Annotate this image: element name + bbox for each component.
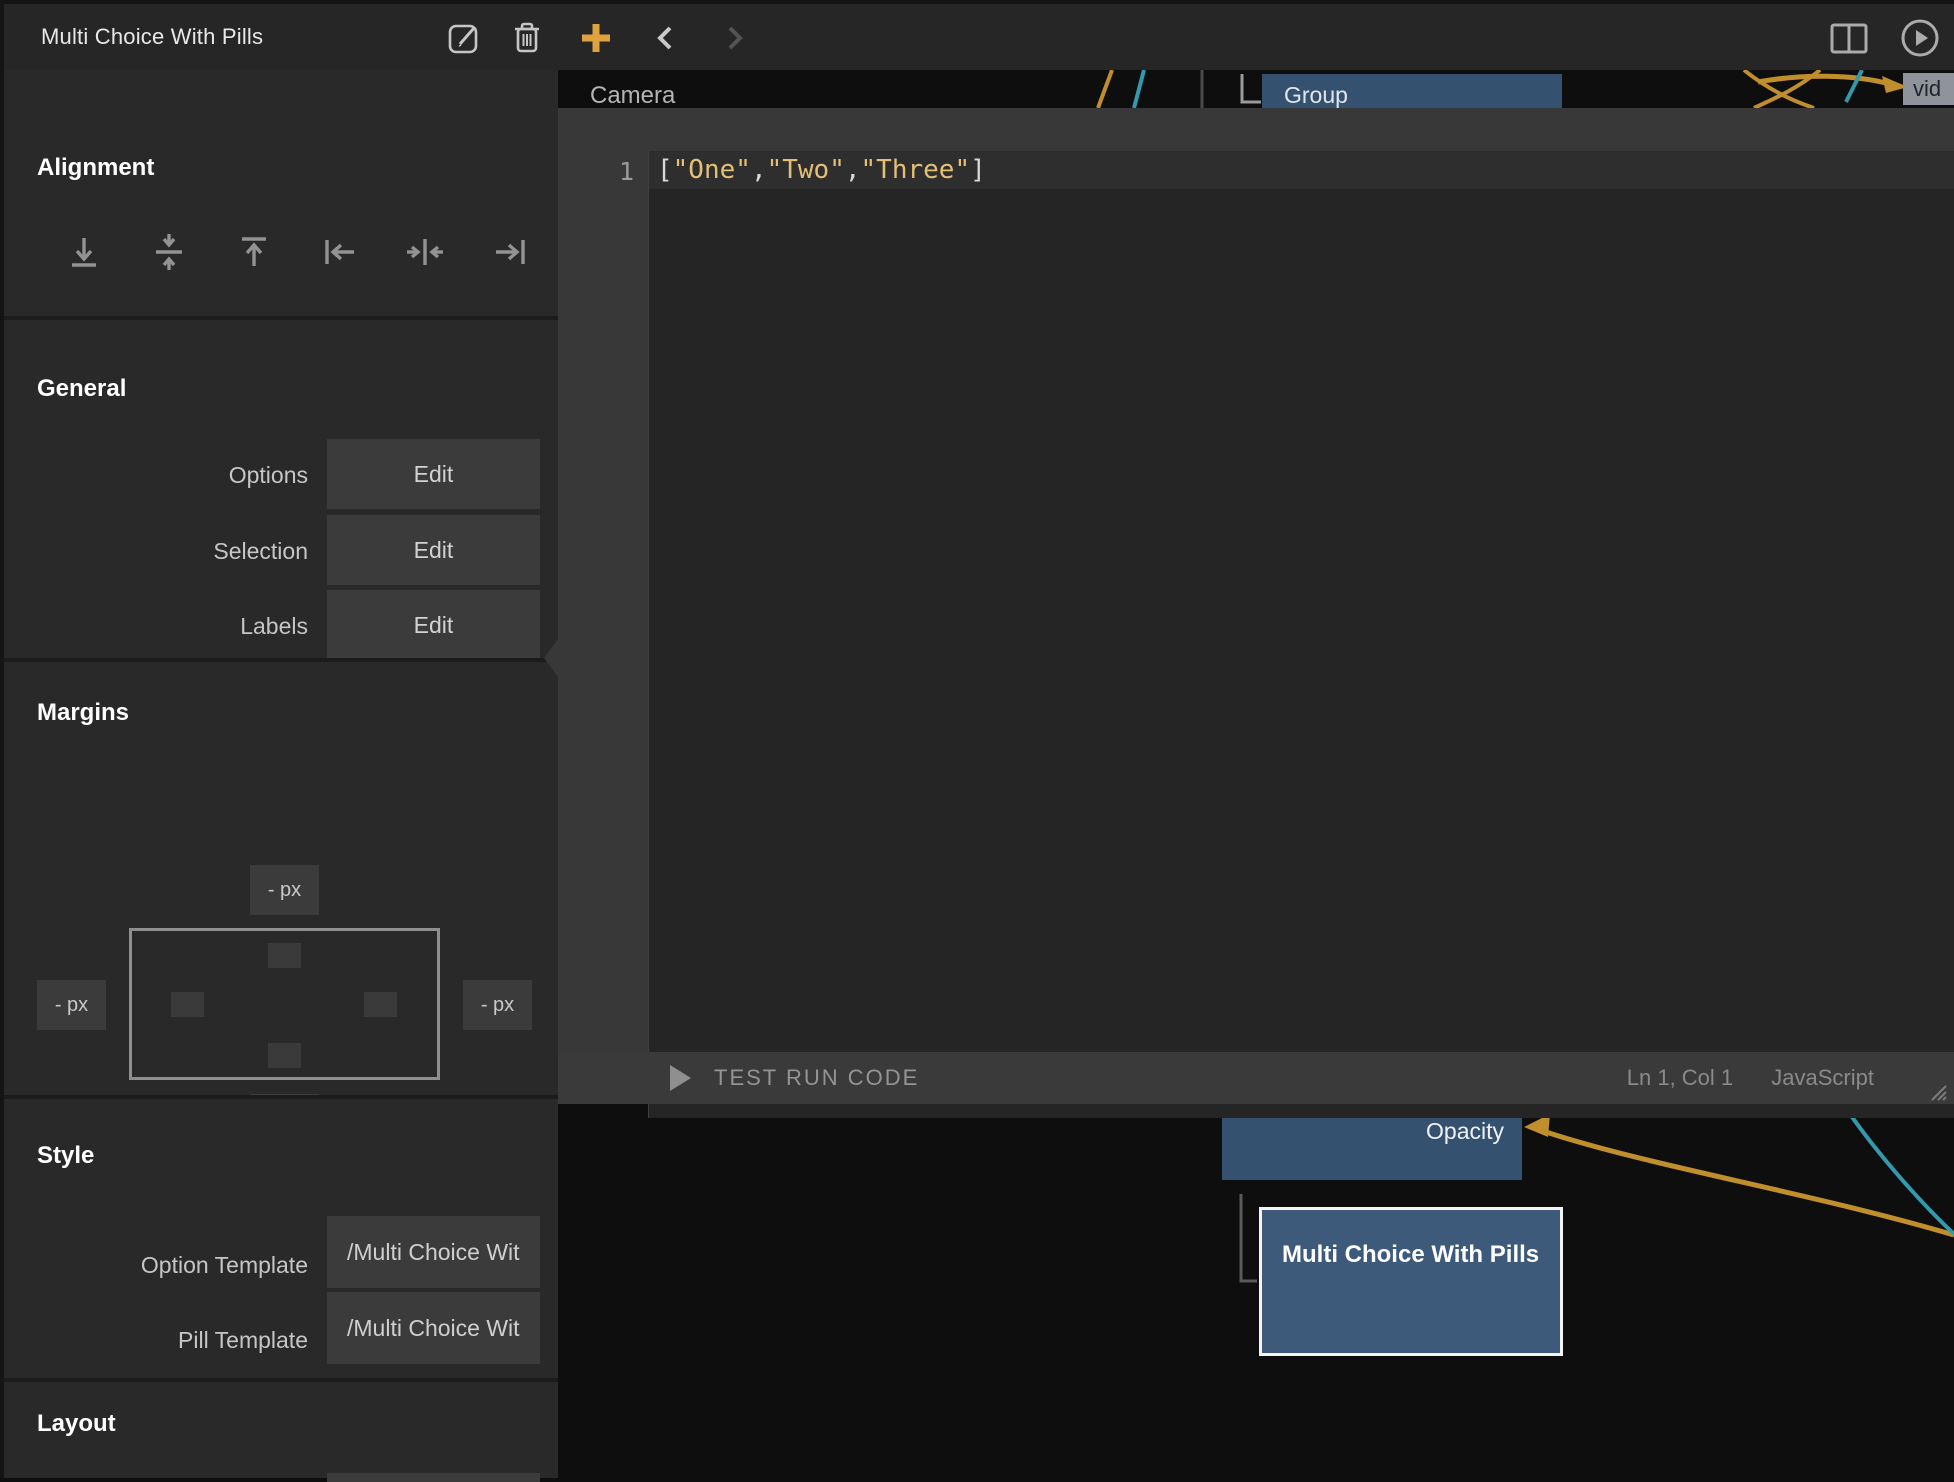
align-right-button[interactable] <box>488 230 532 274</box>
code-line-1[interactable]: ["One","Two","Three"] <box>649 151 1954 189</box>
test-run-code-button[interactable]: TEST RUN CODE <box>668 1052 919 1104</box>
margin-right-handle[interactable] <box>364 992 397 1017</box>
labels-label: Labels <box>240 613 308 640</box>
camera-node-label[interactable]: Camera <box>590 82 675 108</box>
wires-top <box>558 70 1954 108</box>
margin-right-field[interactable]: - px <box>463 980 532 1030</box>
navigate-back-button[interactable] <box>648 20 684 56</box>
line-number: 1 <box>612 157 634 186</box>
alignment-heading: Alignment <box>37 154 154 182</box>
align-left-icon <box>318 230 362 274</box>
resize-grip[interactable] <box>1922 1076 1948 1102</box>
graph-strip-top: Camera Group vid <box>558 70 1954 108</box>
panel-title: Multi Choice With Pills <box>41 24 263 50</box>
alignment-toolbar <box>62 230 532 274</box>
selected-node-title: Multi Choice With Pills <box>1282 1241 1539 1268</box>
align-left-button[interactable] <box>318 230 362 274</box>
margin-top-handle[interactable] <box>268 943 301 968</box>
chevron-left-icon <box>648 20 684 56</box>
layout-partial-field[interactable] <box>327 1473 540 1482</box>
plus-icon <box>576 18 616 58</box>
graph-area-bottom[interactable]: Opacity Multi Choice With Pills <box>558 1104 1954 1478</box>
margins-heading: Margins <box>37 699 129 727</box>
code-editor-popover: 1 ["One","Two","Three"] TEST RUN CODE Ln… <box>558 108 1954 1104</box>
video-node[interactable]: vid <box>1903 73 1954 105</box>
align-bottom-icon <box>62 230 106 274</box>
trash-icon <box>508 18 546 56</box>
run-play-icon <box>668 1064 692 1092</box>
pill-template-value[interactable]: /Multi Choice Wit <box>327 1292 540 1364</box>
split-view-icon <box>1826 18 1872 58</box>
layout-heading: Layout <box>37 1410 116 1438</box>
options-edit-button[interactable]: Edit <box>327 439 540 509</box>
selection-label: Selection <box>213 538 308 565</box>
language-indicator[interactable]: JavaScript <box>1771 1065 1874 1090</box>
add-node-button[interactable] <box>576 18 616 58</box>
option-template-label: Option Template <box>141 1252 308 1279</box>
editor-status-right: Ln 1, Col 1 JavaScript <box>1627 1065 1874 1091</box>
align-bottom-button[interactable] <box>62 230 106 274</box>
general-heading: General <box>37 375 126 403</box>
panel-header: Multi Choice With Pills <box>0 4 558 70</box>
editor-status-bar: TEST RUN CODE Ln 1, Col 1 JavaScript <box>558 1052 1954 1104</box>
split-view-button[interactable] <box>1826 18 1872 58</box>
rename-button[interactable] <box>446 18 484 56</box>
edit-icon <box>446 18 484 56</box>
margins-section: Margins - px - px - px - px <box>4 658 562 1095</box>
align-vertical-center-button[interactable] <box>147 230 191 274</box>
margin-left-field[interactable]: - px <box>37 980 106 1030</box>
popover-arrow <box>544 639 558 677</box>
align-top-button[interactable] <box>232 230 276 274</box>
layout-section: Layout <box>4 1378 562 1478</box>
alignment-section: Alignment <box>4 70 562 316</box>
play-circle-icon <box>1898 16 1942 60</box>
align-horizontal-center-button[interactable] <box>403 230 447 274</box>
align-horizontal-center-icon <box>403 230 447 274</box>
run-label: TEST RUN CODE <box>714 1065 919 1091</box>
code-area[interactable]: ["One","Two","Three"] <box>648 151 1954 1118</box>
selected-node-multi-choice-with-pills[interactable]: Multi Choice With Pills <box>1259 1207 1563 1356</box>
node-graph-canvas[interactable]: Camera Group vid Opacity Multi Choice Wi… <box>558 70 1954 1478</box>
selection-edit-button[interactable]: Edit <box>327 515 540 585</box>
style-heading: Style <box>37 1142 94 1170</box>
delete-button[interactable] <box>508 18 546 56</box>
top-bar: Multi Choice With Pills <box>0 4 1954 70</box>
options-label: Options <box>229 462 308 489</box>
align-vertical-center-icon <box>147 230 191 274</box>
navigate-forward-button[interactable] <box>716 20 752 56</box>
group-node-title: Group <box>1284 82 1348 108</box>
align-right-icon <box>488 230 532 274</box>
cursor-position: Ln 1, Col 1 <box>1627 1065 1733 1090</box>
app-window: Multi Choice With Pills <box>0 0 1954 1474</box>
general-section: General Options Edit Selection Edit Labe… <box>4 316 562 658</box>
pill-template-label: Pill Template <box>178 1327 308 1354</box>
margin-bottom-handle[interactable] <box>268 1043 301 1068</box>
option-template-value[interactable]: /Multi Choice Wit <box>327 1216 540 1288</box>
align-top-icon <box>232 230 276 274</box>
labels-edit-button[interactable]: Edit <box>327 590 540 660</box>
video-node-title: vid <box>1913 76 1941 101</box>
margin-top-field[interactable]: - px <box>250 865 319 915</box>
margins-preview-box <box>129 928 440 1080</box>
properties-panel: Alignment <box>0 70 558 1478</box>
group-node[interactable]: Group <box>1262 74 1562 108</box>
chevron-right-icon <box>716 20 752 56</box>
run-preview-button[interactable] <box>1898 16 1942 60</box>
style-section: Style Option Template /Multi Choice Wit … <box>4 1095 562 1378</box>
margin-left-handle[interactable] <box>171 992 204 1017</box>
opacity-node-title: Opacity <box>1426 1118 1504 1145</box>
